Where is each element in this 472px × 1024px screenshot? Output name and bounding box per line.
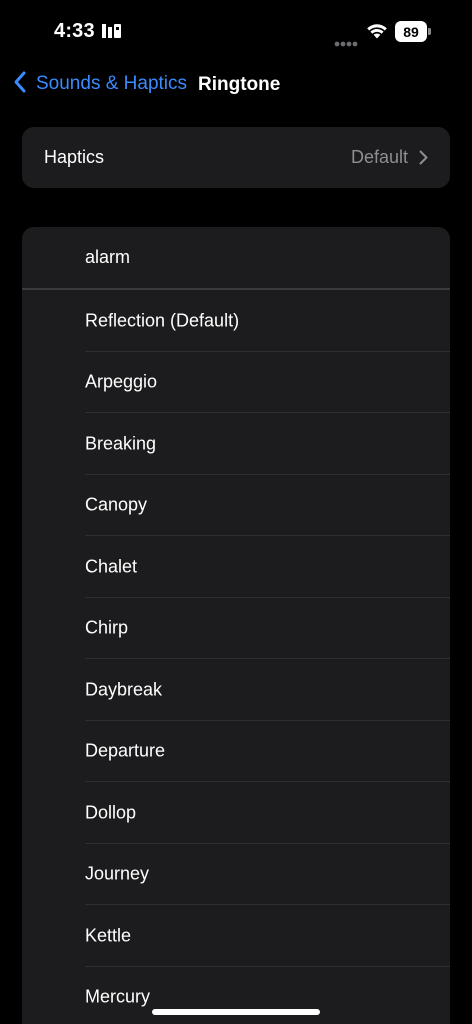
chevron-right-icon xyxy=(419,150,428,165)
id-card-icon xyxy=(101,22,123,40)
tone-label: Journey xyxy=(85,863,150,884)
navigation-bar: Sounds & Haptics Ringtone xyxy=(0,64,472,104)
wifi-icon xyxy=(365,22,389,40)
ringtone-row[interactable]: Reflection (Default) xyxy=(22,290,450,352)
battery-cap xyxy=(428,28,431,35)
tone-label: Mercury xyxy=(85,986,151,1007)
ringtone-row[interactable]: Kettle xyxy=(22,905,450,967)
tone-label: Daybreak xyxy=(85,679,163,700)
ringtone-row[interactable]: Departure xyxy=(22,721,450,782)
tone-label: Chirp xyxy=(85,617,129,638)
custom-tone-list: alarm xyxy=(22,227,450,288)
ringtone-list: alarm Reflection (Default) Arpeggio Breaki… xyxy=(22,227,450,1024)
haptics-value: Default xyxy=(350,147,408,167)
tone-label: alarm xyxy=(85,247,131,267)
ringtone-row[interactable]: Chalet xyxy=(22,536,450,598)
ringtone-row[interactable]: Canopy xyxy=(22,475,450,536)
ringtone-row[interactable]: Chirp xyxy=(22,598,450,659)
home-indicator[interactable] xyxy=(152,1009,320,1015)
tone-list: Reflection (Default) Arpeggio Breaking Cano… xyxy=(22,290,450,1024)
status-bar: 4:33 89 xyxy=(0,0,472,64)
tone-label: Canopy xyxy=(85,494,148,515)
tone-label: Kettle xyxy=(85,925,132,946)
tone-label: Chalet xyxy=(85,556,138,577)
tone-label: Reflection (Default) xyxy=(85,310,240,331)
ringtone-row[interactable]: Arpeggio xyxy=(22,352,450,413)
haptics-group: Haptics Default xyxy=(22,127,450,188)
tone-label: Dollop xyxy=(85,802,137,823)
ringtone-row[interactable]: Daybreak xyxy=(22,659,450,721)
chevron-left-icon xyxy=(12,70,28,99)
cellular-dots-icon xyxy=(334,34,358,47)
tone-label: Arpeggio xyxy=(85,371,158,392)
ringtone-row[interactable]: Mercury xyxy=(22,967,450,1024)
status-time: 4:33 xyxy=(54,20,95,42)
back-button-label: Sounds & Haptics xyxy=(36,73,188,94)
battery-level: 89 xyxy=(395,21,427,42)
ringtone-row[interactable]: Dollop xyxy=(22,782,450,844)
screen: 4:33 89 Sounds & Haptics Ringtone Haptic… xyxy=(0,0,472,1024)
tone-label: Breaking xyxy=(85,433,157,454)
haptics-label: Haptics xyxy=(44,147,105,167)
haptics-row[interactable]: Haptics Default xyxy=(22,127,450,188)
page-title: Ringtone xyxy=(198,74,281,95)
tone-label: Departure xyxy=(85,740,166,761)
back-button[interactable]: Sounds & Haptics xyxy=(12,70,187,98)
custom-tone-row[interactable]: alarm xyxy=(22,227,450,288)
ringtone-row[interactable]: Journey xyxy=(22,844,450,905)
battery-icon: 89 xyxy=(395,21,431,42)
ringtone-row[interactable]: Breaking xyxy=(22,413,450,475)
